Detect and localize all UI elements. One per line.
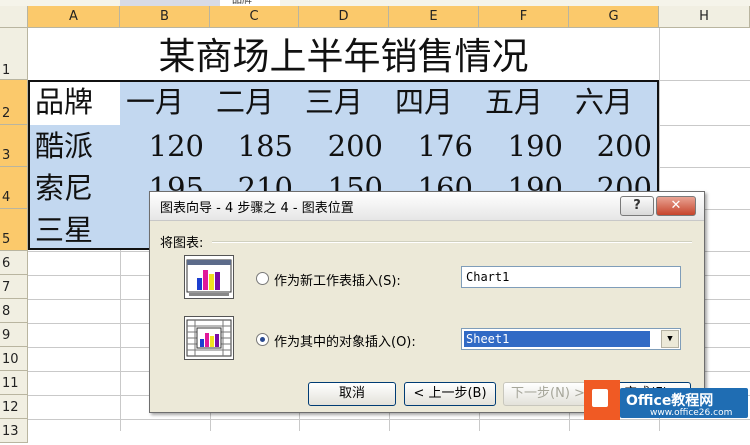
cell-a2[interactable]: 品牌 (29, 81, 120, 125)
office-logo-icon (584, 380, 620, 420)
chevron-down-icon[interactable]: ▼ (661, 330, 679, 348)
row-header-9[interactable]: 9 (0, 323, 28, 347)
cell-g3[interactable]: 200 (569, 125, 658, 167)
close-button[interactable]: ✕ (656, 196, 696, 216)
cell-b2[interactable]: 一月 (120, 81, 210, 125)
row-header-13[interactable]: 13 (0, 419, 28, 443)
column-header-a[interactable]: A (28, 6, 120, 28)
cell-a3[interactable]: 酷派 (29, 125, 120, 167)
row-header-6[interactable]: 6 (0, 251, 28, 275)
row-header-7[interactable]: 7 (0, 275, 28, 299)
row-header-11[interactable]: 11 (0, 371, 28, 395)
option-new-sheet-label[interactable]: 作为新工作表插入(S): (274, 270, 401, 289)
column-header-e[interactable]: E (389, 6, 479, 28)
row-header-10[interactable]: 10 (0, 347, 28, 371)
option-object-label[interactable]: 作为其中的对象插入(O): (274, 331, 416, 350)
cell-d3[interactable]: 200 (299, 125, 389, 167)
back-button[interactable]: < 上一步(B) (404, 382, 496, 406)
column-header-d[interactable]: D (299, 6, 389, 28)
column-header-f[interactable]: F (479, 6, 569, 28)
embedded-chart-icon (184, 316, 234, 360)
column-header-h[interactable]: H (659, 6, 750, 28)
object-sheet-select[interactable]: Sheet1 ▼ (461, 328, 681, 350)
cell-d2[interactable]: 三月 (299, 81, 389, 125)
row-header-8[interactable]: 8 (0, 299, 28, 323)
cancel-button[interactable]: 取消 (308, 382, 396, 406)
next-button[interactable]: 下一步(N) > (503, 382, 593, 406)
radio-selected-dot (260, 337, 265, 342)
column-header-c[interactable]: C (210, 6, 299, 28)
cell-a4[interactable]: 索尼 (29, 167, 120, 209)
cell-e3[interactable]: 176 (389, 125, 479, 167)
cell-b3[interactable]: 120 (120, 125, 210, 167)
row-header-1[interactable]: 1 (0, 28, 28, 80)
chart-sheet-icon (186, 259, 232, 296)
new-sheet-chart-icon (184, 255, 234, 299)
object-sheet-value: Sheet1 (464, 331, 650, 347)
dialog-title: 图表向导 - 4 步骤之 4 - 图表位置 (160, 201, 354, 216)
cell-f2[interactable]: 五月 (479, 81, 569, 125)
row-header-2[interactable]: 2 (0, 80, 28, 125)
column-header-g[interactable]: G (569, 6, 659, 28)
dialog-titlebar[interactable]: 图表向导 - 4 步骤之 4 - 图表位置 ? ✕ (150, 192, 704, 221)
grid-chart-icon (186, 319, 232, 357)
row-header-4[interactable]: 4 (0, 167, 28, 209)
row-header-12[interactable]: 12 (0, 395, 28, 419)
watermark-logo: Office教程网 www.office26.com (584, 380, 750, 431)
cell-e2[interactable]: 四月 (389, 81, 479, 125)
help-button[interactable]: ? (620, 196, 654, 216)
group-divider (212, 241, 692, 243)
sheet-title-cell[interactable]: 某商场上半年销售情况 (28, 28, 659, 80)
cell-c3[interactable]: 185 (210, 125, 299, 167)
watermark-title: Office教程网 (626, 393, 714, 409)
cell-g2[interactable]: 六月 (569, 81, 658, 125)
radio-new-sheet[interactable] (256, 272, 269, 285)
cell-f3[interactable]: 190 (479, 125, 569, 167)
row-header-5[interactable]: 5 (0, 209, 28, 251)
column-header-b[interactable]: B (120, 6, 210, 28)
select-all-corner[interactable] (0, 6, 28, 28)
row-header-3[interactable]: 3 (0, 125, 28, 167)
new-sheet-name-input[interactable]: Chart1 (461, 266, 681, 288)
cell-c2[interactable]: 二月 (210, 81, 299, 125)
watermark-url: www.office26.com (650, 408, 733, 418)
radio-object[interactable] (256, 333, 269, 346)
group-label: 将图表: (160, 236, 204, 251)
cell-a5[interactable]: 三星 (29, 209, 120, 249)
